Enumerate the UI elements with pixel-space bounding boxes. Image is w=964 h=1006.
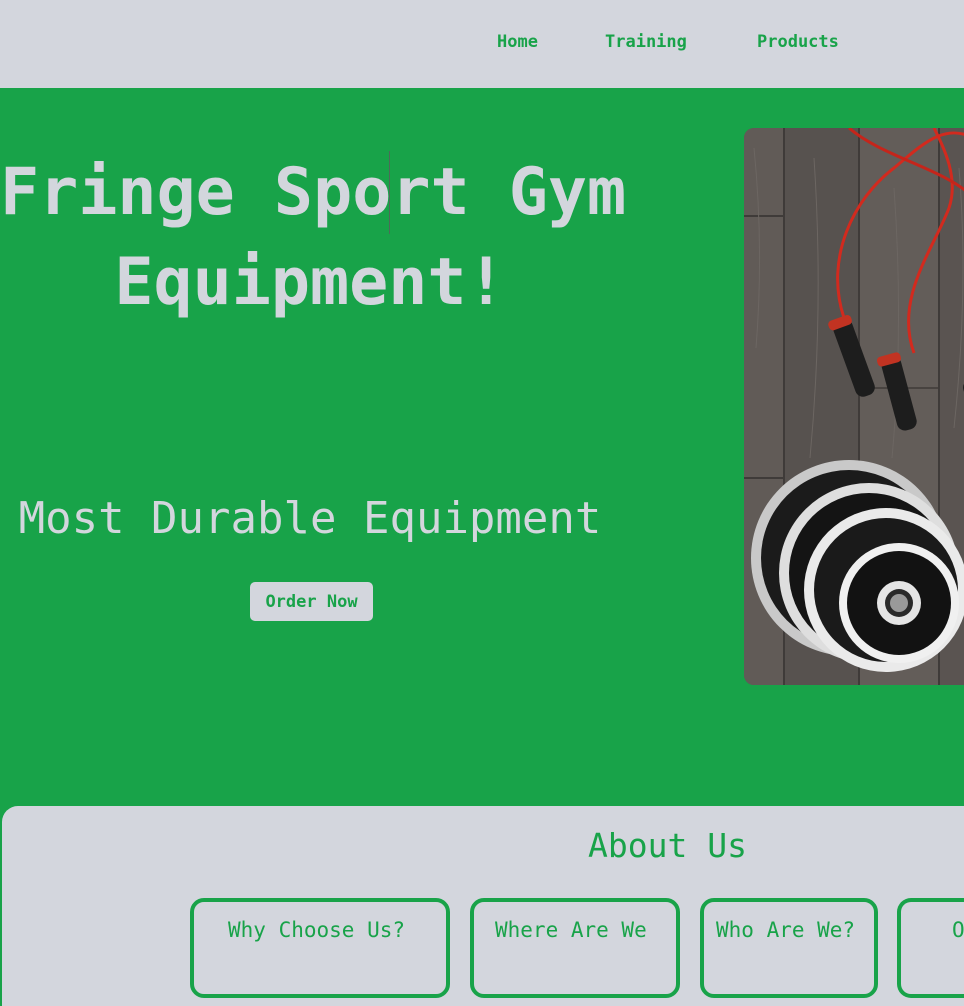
card-why-choose-us[interactable]: Why Choose Us? xyxy=(190,898,450,998)
nav-link-products[interactable]: Products xyxy=(757,32,839,52)
text-caret xyxy=(389,151,390,234)
order-now-button[interactable]: Order Now xyxy=(250,582,373,621)
nav-link-home[interactable]: Home xyxy=(497,32,538,52)
card-partial[interactable]: O xyxy=(897,898,964,998)
hero-product-image xyxy=(744,128,964,685)
nav-link-training[interactable]: Training xyxy=(605,32,687,52)
hero-title-line-2: Equipment! xyxy=(114,245,506,320)
card-label: O xyxy=(952,918,964,942)
about-title: About Us xyxy=(588,826,747,865)
jump-rope-and-weight-plates-photo xyxy=(744,128,964,685)
card-label: Where Are We xyxy=(495,918,647,942)
card-where-are-we[interactable]: Where Are We xyxy=(470,898,680,998)
hero-title-line-1: Fringe Sport Gym xyxy=(0,155,627,230)
top-navbar: Home Training Products xyxy=(0,0,964,88)
card-label: Who Are We? xyxy=(716,918,856,942)
hero-subtitle: Most Durable Equipment xyxy=(18,493,602,544)
hero-title: Fringe Sport Gym Equipment! xyxy=(0,148,626,328)
card-label: Why Choose Us? xyxy=(228,918,406,942)
card-who-are-we[interactable]: Who Are We? xyxy=(700,898,878,998)
